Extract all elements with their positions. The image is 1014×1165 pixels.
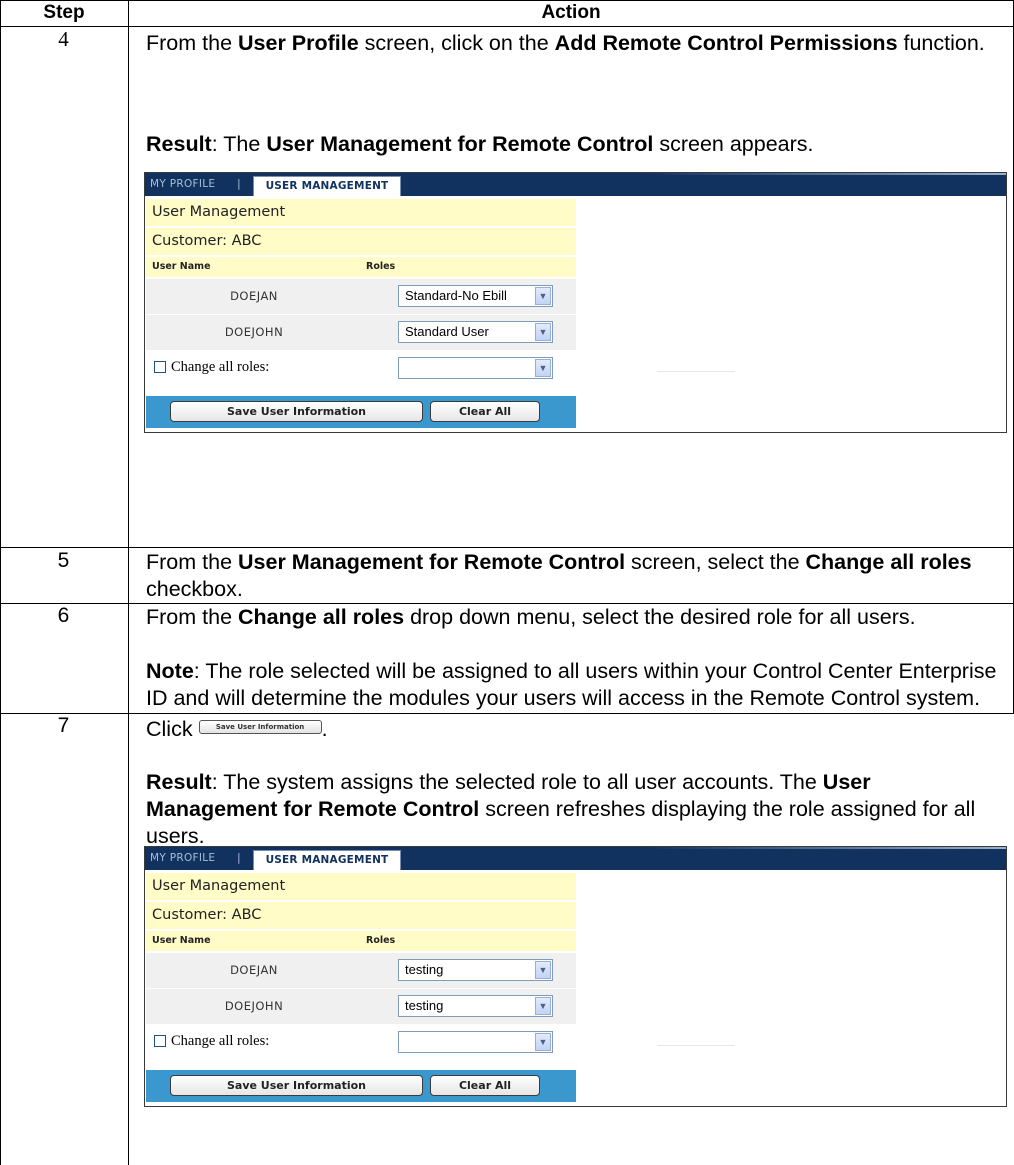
user-row: DOEJAN testing ▼ [146,953,576,988]
col-user-name: User Name [152,261,211,272]
change-all-roles-checkbox[interactable] [154,1035,166,1047]
save-user-information-button[interactable]: Save User Information [170,1075,423,1096]
chevron-down-icon[interactable]: ▼ [535,287,551,305]
change-all-roles-label: Change all roles: [171,359,270,375]
role-select-value: testing [405,962,444,977]
header-action: Action [541,2,601,23]
save-user-information-button[interactable]: Save User Information [170,401,423,422]
role-select-value: testing [405,998,444,1013]
user-row: DOEJOHN testing ▼ [146,989,576,1024]
user-row: DOEJAN Standard-No Ebill ▼ [146,279,576,314]
role-select[interactable]: testing ▼ [398,959,553,981]
tab-user-management[interactable]: USER MANAGEMENT [253,176,401,196]
header-step: Step [43,2,85,23]
step4-instruction: From the User Profile screen, click on t… [146,31,985,55]
chevron-down-icon[interactable]: ▼ [535,323,551,341]
col-user-name: User Name [152,935,211,946]
table-header-border [0,26,1014,27]
col-roles: Roles [366,935,396,946]
step-number-7: 7 [57,714,70,737]
step-number-5: 5 [57,549,70,572]
nav-separator: | [237,177,241,190]
step6-instruction: From the Change all roles drop down menu… [146,605,916,629]
customer-row: Customer: ABC [146,228,576,255]
user-row: DOEJOHN Standard User ▼ [146,315,576,350]
customer-label: Customer: ABC [152,907,262,923]
panel-title-row: User Management [146,873,576,900]
user-name: DOEJOHN [224,999,284,1013]
change-all-roles-select[interactable]: ▼ [398,1031,553,1053]
row6-bottom-border [0,713,1014,714]
column-header-row: User Name Roles [146,257,576,277]
table-column-divider [128,0,129,1165]
role-select[interactable]: Standard-No Ebill ▼ [398,285,553,307]
user-name: DOEJAN [230,963,278,977]
change-all-roles-select[interactable]: ▼ [398,357,553,379]
button-bar: Save User Information Clear All [146,1070,576,1102]
step-number-6: 6 [57,604,70,627]
chevron-down-icon[interactable]: ▼ [535,1033,551,1051]
clear-all-button[interactable]: Clear All [430,401,540,422]
user-management-screenshot-1: MY PROFILE | USER MANAGEMENT User Manage… [144,172,1007,433]
faint-line [657,1045,735,1046]
change-all-roles-row: Change all roles: ▼ [146,1025,576,1059]
chevron-down-icon[interactable]: ▼ [535,961,551,979]
nav-my-profile[interactable]: MY PROFILE [150,852,215,864]
tab-user-management[interactable]: USER MANAGEMENT [253,850,401,870]
step7-instruction: Click Save User Information. [146,717,328,741]
role-select-value: Standard-No Ebill [405,288,507,303]
inline-save-user-information-button: Save User Information [198,720,322,735]
customer-row: Customer: ABC [146,902,576,929]
role-select-value: Standard User [405,324,489,339]
panel-title: User Management [152,204,286,220]
step-number-4: 4 [58,27,69,51]
user-management-screenshot-2: MY PROFILE | USER MANAGEMENT User Manage… [144,846,1007,1107]
nav-separator: | [237,851,241,864]
change-all-roles-label: Change all roles: [171,1033,270,1049]
change-all-roles-row: Change all roles: ▼ [146,351,576,385]
row4-bottom-border [0,547,1014,548]
role-select[interactable]: Standard User ▼ [398,321,553,343]
top-nav-bar: MY PROFILE | USER MANAGEMENT [145,847,1006,870]
col-roles: Roles [366,261,396,272]
step5-instruction: From the User Management for Remote Cont… [146,550,972,601]
step6-note: Note: The role selected will be assigned… [146,659,997,710]
step4-result: Result: The User Management for Remote C… [146,132,814,156]
faint-line [657,371,735,372]
top-nav-bar: MY PROFILE | USER MANAGEMENT [145,173,1006,196]
column-header-row: User Name Roles [146,931,576,951]
chevron-down-icon[interactable]: ▼ [535,359,551,377]
nav-my-profile[interactable]: MY PROFILE [150,178,215,190]
chevron-down-icon[interactable]: ▼ [535,997,551,1015]
user-name: DOEJOHN [224,325,284,339]
user-name: DOEJAN [230,289,278,303]
clear-all-button[interactable]: Clear All [430,1075,540,1096]
panel-title: User Management [152,878,286,894]
role-select[interactable]: testing ▼ [398,995,553,1017]
customer-label: Customer: ABC [152,233,262,249]
table-left-border [0,0,1,1165]
panel-title-row: User Management [146,199,576,226]
change-all-roles-checkbox[interactable] [154,361,166,373]
step7-result: Result: The system assigns the selected … [146,770,976,848]
button-bar: Save User Information Clear All [146,396,576,428]
